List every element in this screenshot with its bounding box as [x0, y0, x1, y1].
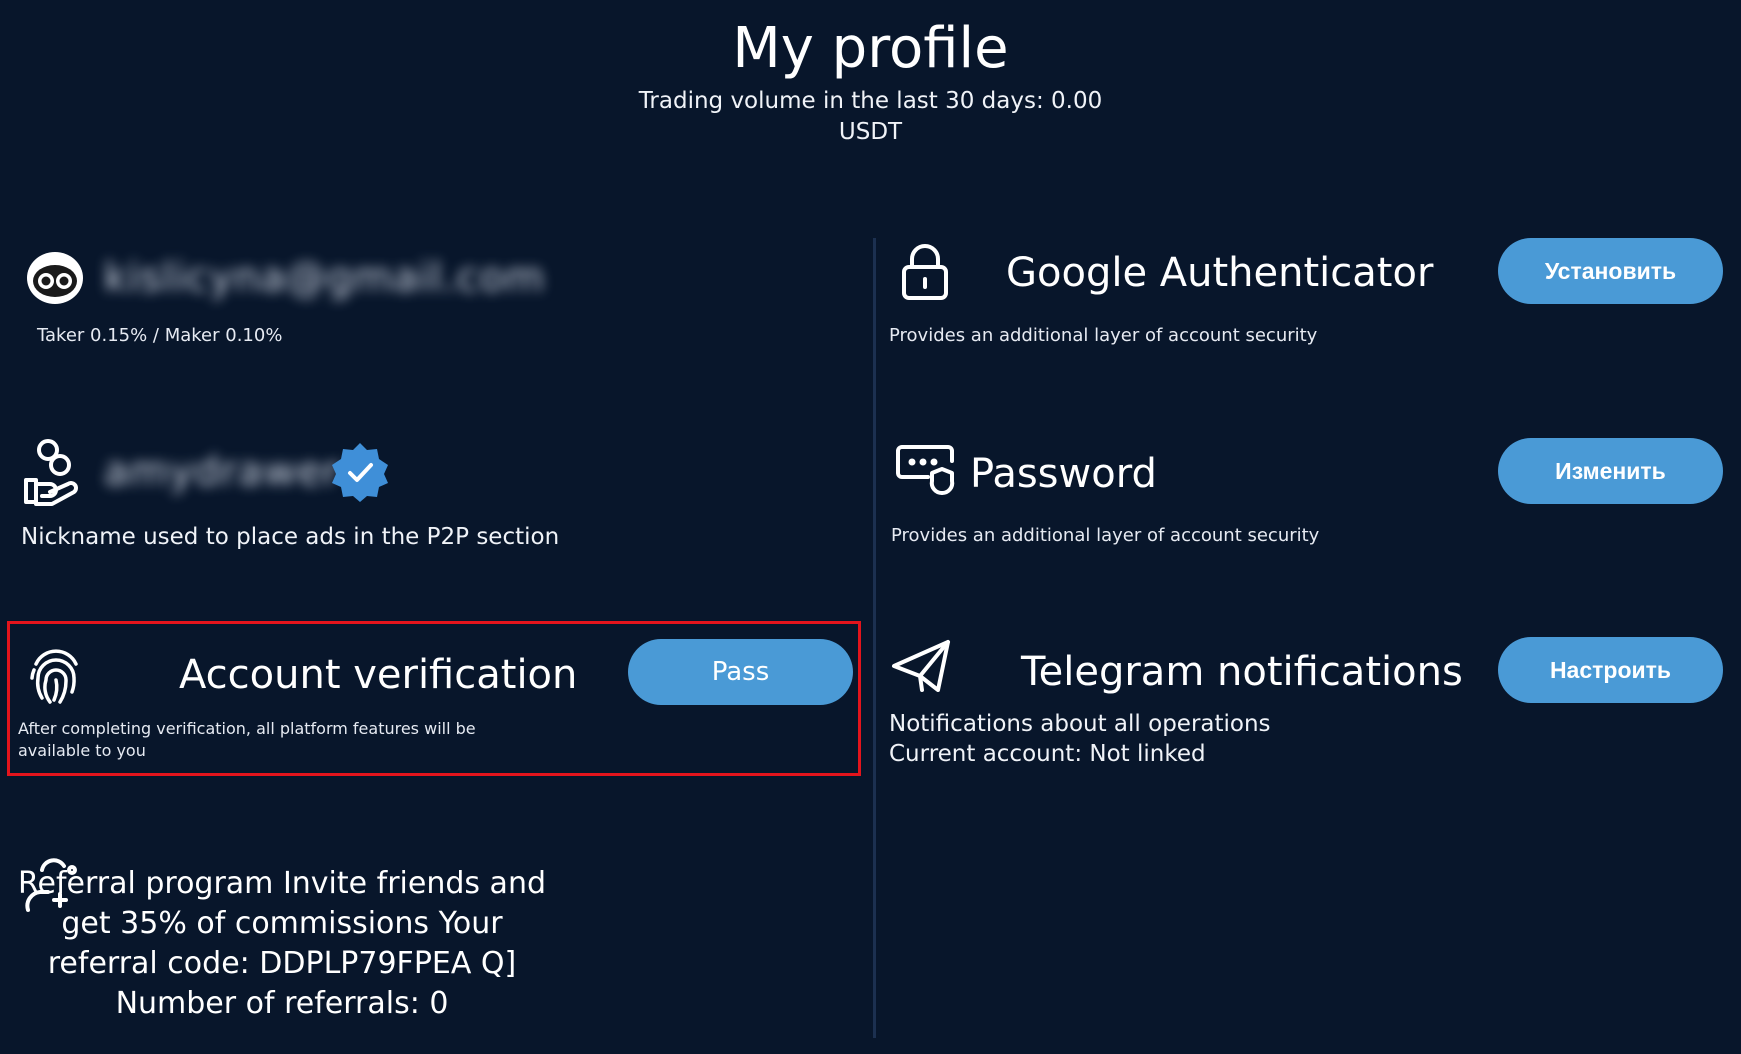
change-password-button[interactable]: Изменить — [1498, 438, 1723, 504]
configure-telegram-button[interactable]: Настроить — [1498, 637, 1723, 703]
telegram-account-status: Current account: Not linked — [889, 741, 1206, 767]
trading-volume: Trading volume in the last 30 days: 0.00… — [638, 88, 1103, 145]
fingerprint-icon — [28, 642, 84, 704]
verified-badge-icon — [329, 441, 391, 503]
telegram-title: Telegram notifications — [1021, 649, 1463, 695]
referral-program-text: Referral program Invite friends and get … — [17, 866, 547, 1021]
profile-header: My profile Trading volume in the last 30… — [0, 14, 1741, 148]
google-auth-description: Provides an additional layer of account … — [889, 325, 1318, 346]
nickname-value: amydrawer — [104, 449, 341, 495]
fee-rates: Taker 0.15% / Maker 0.10% — [37, 325, 283, 346]
lock-icon — [900, 243, 950, 301]
install-google-auth-button[interactable]: Установить — [1498, 238, 1723, 304]
telegram-notifications-description: Notifications about all operations — [889, 711, 1271, 737]
verification-title: Account verification — [179, 652, 578, 698]
account-email: kislicyna@gmail.com — [104, 255, 546, 301]
coins-hand-icon — [22, 438, 86, 506]
profile-page: My profile Trading volume in the last 30… — [0, 0, 1741, 1054]
pass-verification-button[interactable]: Pass — [628, 639, 853, 705]
password-title: Password — [970, 451, 1157, 497]
nickname-description: Nickname used to place ads in the P2P se… — [21, 524, 560, 550]
send-plane-icon — [890, 638, 954, 694]
password-shield-icon — [896, 445, 956, 497]
password-description: Provides an additional layer of account … — [891, 525, 1320, 546]
column-divider — [873, 238, 876, 1038]
avatar-icon — [24, 249, 86, 307]
page-title: My profile — [732, 16, 1009, 81]
google-auth-title: Google Authenticator — [1006, 250, 1434, 296]
verification-description: After completing verification, all platf… — [18, 719, 476, 760]
